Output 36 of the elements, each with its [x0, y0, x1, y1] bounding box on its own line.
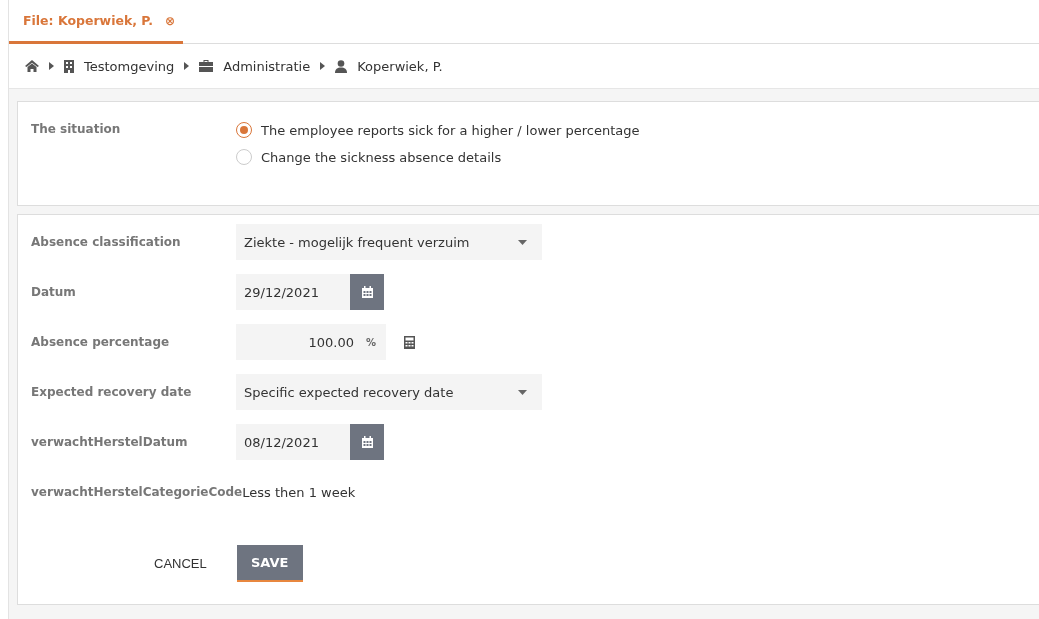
dropdown-field[interactable]: Specific expected recovery date — [236, 374, 542, 410]
building-icon — [64, 59, 74, 73]
tab-title: File: Koperwiek, P. — [23, 13, 153, 28]
caret-icon — [518, 239, 527, 245]
breadcrumb-link[interactable]: Administratie — [199, 58, 311, 74]
field-label: Absence percentage — [31, 335, 171, 349]
breadcrumb-link[interactable] — [25, 60, 39, 72]
field-label: Absence classification — [31, 235, 182, 249]
percentage-field[interactable]: 100.00 % — [236, 324, 386, 360]
calculator-icon[interactable] — [404, 335, 415, 349]
radio-option[interactable]: The employee reports sick for a higher / lower percentage — [236, 122, 640, 138]
calendar-button[interactable] — [350, 274, 384, 310]
radio-option[interactable]: Change the sickness absence details — [236, 149, 640, 165]
dropdown-field[interactable]: Ziekte - mogelijk frequent verzuim — [236, 224, 542, 260]
cancel-button[interactable]: CANCEL — [154, 546, 207, 581]
caret-icon — [320, 62, 326, 70]
caret-icon — [49, 62, 54, 70]
breadcrumb-link[interactable]: Testomgeving — [64, 58, 175, 74]
field-label: verwachtHerstelCategorieCode — [31, 485, 243, 499]
person-icon — [335, 59, 348, 73]
save-button[interactable]: SAVE — [236, 545, 303, 582]
calendar-icon — [361, 286, 373, 298]
date-field[interactable]: 08/12/2021 — [236, 424, 350, 460]
calendar-button[interactable] — [350, 424, 384, 460]
breadcrumb-link[interactable]: Koperwiek, P. — [335, 58, 443, 74]
briefcase-icon — [199, 60, 214, 72]
field-label: Expected recovery date — [31, 385, 193, 399]
field-label: verwachtHerstelDatum — [31, 435, 189, 449]
field-label: Datum — [31, 285, 77, 299]
date-field[interactable]: 29/12/2021 — [236, 274, 350, 310]
caret-icon — [518, 389, 527, 395]
field-value: Less then 1 week — [242, 484, 356, 500]
caret-icon — [184, 62, 190, 70]
home-icon — [25, 60, 39, 72]
calendar-icon — [361, 436, 373, 448]
field-label: The situation — [31, 122, 122, 138]
